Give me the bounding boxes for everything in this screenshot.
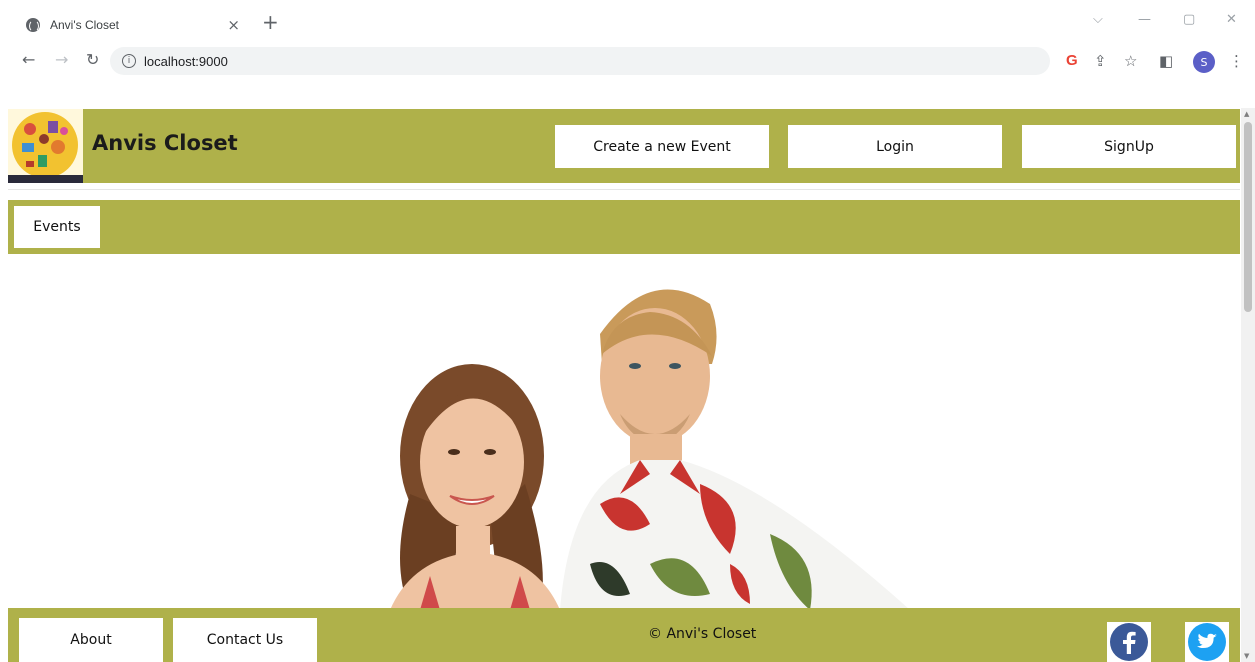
tab-close-icon[interactable]: × [227, 16, 240, 34]
profile-avatar[interactable]: S [1193, 51, 1215, 73]
scroll-thumb[interactable] [1244, 122, 1252, 312]
page-viewport: Anvis Closet Create a new Event Login Si… [0, 80, 1255, 662]
site-header: Anvis Closet Create a new Event Login Si… [8, 109, 1240, 183]
twitter-icon [1188, 623, 1226, 661]
minimize-icon[interactable]: — [1138, 12, 1151, 27]
contact-us-button[interactable]: Contact Us [173, 618, 317, 662]
side-panel-icon[interactable]: ◧ [1159, 53, 1173, 69]
forward-icon[interactable]: → [55, 50, 68, 70]
login-button[interactable]: Login [788, 125, 1002, 168]
tab-search-icon[interactable]: ⌵ [1093, 12, 1103, 27]
address-bar[interactable]: i localhost:9000 [110, 47, 1050, 75]
globe-icon [26, 18, 40, 32]
hero-image [350, 264, 930, 610]
browser-toolbar: ← → ↻ i localhost:9000 G ⇪ ☆ ◧ ⋮ [0, 42, 1255, 80]
facebook-link[interactable] [1107, 622, 1151, 662]
url-text: localhost:9000 [144, 53, 228, 69]
site-footer: About Contact Us © Anvi's Closet [8, 608, 1240, 662]
page-scrollbar[interactable]: ▲ ▼ [1241, 108, 1255, 662]
copyright-text: © Anvi's Closet [648, 626, 757, 642]
events-button[interactable]: Events [14, 206, 100, 248]
facebook-icon [1110, 623, 1148, 661]
browser-tab[interactable]: Anvi's Closet × [12, 8, 254, 42]
reload-icon[interactable]: ↻ [86, 50, 99, 70]
bookmark-star-icon[interactable]: ☆ [1124, 53, 1137, 69]
scroll-down-icon[interactable]: ▼ [1244, 652, 1249, 660]
close-window-icon[interactable]: ✕ [1226, 12, 1237, 27]
signup-button[interactable]: SignUp [1022, 125, 1236, 168]
about-button[interactable]: About [19, 618, 163, 662]
sub-navigation: Events [8, 200, 1240, 254]
browser-tab-bar: Anvi's Closet × + ⌵ — ▢ ✕ [0, 0, 1255, 42]
create-event-button[interactable]: Create a new Event [555, 125, 769, 168]
new-tab-button[interactable]: + [262, 12, 279, 32]
share-icon[interactable]: ⇪ [1094, 53, 1107, 69]
twitter-link[interactable] [1185, 622, 1229, 662]
scroll-up-icon[interactable]: ▲ [1244, 110, 1249, 118]
restore-icon[interactable]: ▢ [1183, 12, 1195, 27]
back-icon[interactable]: ← [22, 50, 35, 70]
google-icon[interactable]: G [1066, 53, 1078, 69]
menu-icon[interactable]: ⋮ [1229, 53, 1244, 69]
header-divider [8, 189, 1240, 190]
info-icon[interactable]: i [122, 54, 136, 68]
site-logo[interactable] [8, 109, 83, 183]
site-brand[interactable]: Anvis Closet [92, 131, 238, 155]
tab-title: Anvi's Closet [50, 18, 119, 32]
